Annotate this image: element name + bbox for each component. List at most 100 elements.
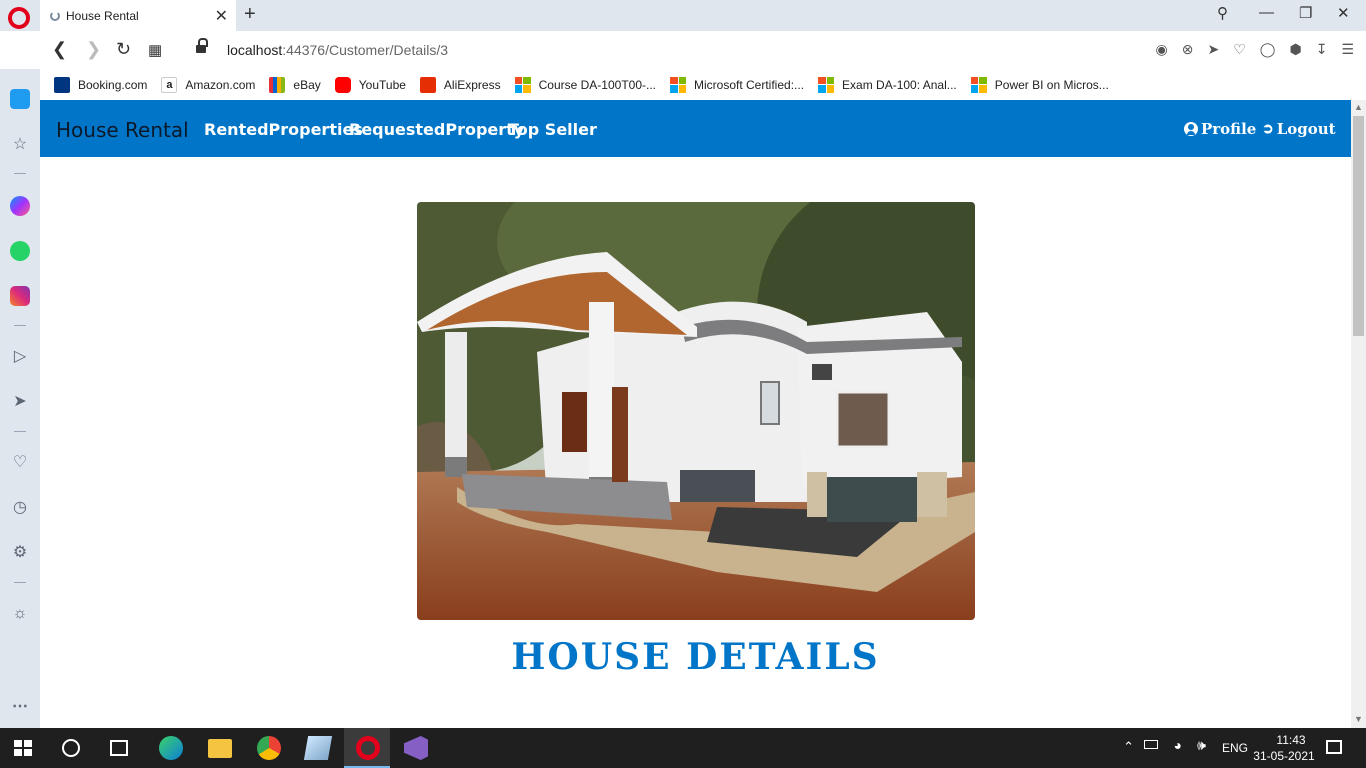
microsoft-icon	[514, 76, 531, 93]
reload-icon[interactable]: ↻	[116, 39, 131, 60]
edge-icon[interactable]	[159, 736, 183, 760]
bookmark-exam[interactable]: Exam DA-100: Anal...	[818, 76, 957, 93]
microsoft-icon	[670, 76, 686, 93]
my-flow-heart-icon[interactable]: ♡	[10, 453, 30, 473]
aliexpress-icon	[419, 76, 436, 93]
bookmark-powerbi[interactable]: Power BI on Micros...	[970, 76, 1109, 93]
close-window-button[interactable]: ✕	[1337, 4, 1350, 22]
logout-label: Logout	[1276, 120, 1336, 138]
windows-start-icon[interactable]	[14, 740, 32, 756]
flow-icon[interactable]: ➤	[10, 392, 30, 412]
home-icon[interactable]	[10, 89, 30, 109]
profile-label: Profile	[1201, 120, 1257, 138]
nav-top-seller[interactable]: Top Seller	[508, 120, 597, 139]
extensions-icon[interactable]: ⬢	[1289, 41, 1301, 58]
scrollbar-thumb[interactable]	[1353, 116, 1364, 336]
task-view-icon[interactable]	[110, 740, 128, 756]
chrome-icon[interactable]	[257, 736, 281, 760]
house-illustration	[417, 202, 975, 620]
url-path: :44376/Customer/Details/3	[282, 42, 449, 58]
web-page: House Rental RentedProperties RequestedP…	[40, 100, 1351, 728]
bookmark-course[interactable]: Course DA-100T00-...	[514, 76, 656, 93]
browser-tab[interactable]: House Rental ✕	[40, 0, 236, 31]
language-indicator[interactable]: ENG	[1222, 741, 1248, 755]
microsoft-icon	[970, 76, 987, 93]
nav-rented-properties[interactable]: RentedProperties	[204, 120, 363, 139]
heart-icon[interactable]: ♡	[1233, 41, 1246, 58]
whatsapp-icon[interactable]	[10, 241, 30, 261]
sign-out-icon: ➲	[1262, 121, 1274, 137]
logout-link[interactable]: ➲ Logout	[1262, 120, 1336, 138]
scroll-down-icon[interactable]: ▼	[1354, 714, 1363, 724]
vpn-icon[interactable]: ◯	[1260, 41, 1276, 58]
more-icon[interactable]: ⋯	[10, 697, 30, 717]
app-icon[interactable]	[303, 736, 333, 760]
bookmark-amazon[interactable]: a Amazon.com	[161, 76, 255, 93]
forward-icon[interactable]: ❯	[86, 39, 101, 60]
player-icon[interactable]: ▷	[10, 347, 30, 367]
house-photo	[417, 202, 975, 620]
bookmark-youtube[interactable]: YouTube	[334, 76, 406, 93]
clock-time[interactable]: 11:43	[1263, 733, 1319, 747]
user-circle-icon	[1184, 122, 1198, 136]
microsoft-icon	[818, 76, 835, 93]
easy-setup-icon[interactable]: ☰	[1341, 41, 1354, 58]
minimize-button[interactable]: —	[1259, 4, 1274, 21]
sidebar-divider	[14, 325, 26, 326]
battery-icon[interactable]	[1144, 740, 1158, 749]
opera-sidebar: ☆ ▷ ➤ ♡ ◷ ⚙ ☼ ⋯	[0, 69, 40, 728]
bookmarks-icon[interactable]: ☆	[10, 135, 30, 155]
download-icon[interactable]: ↧	[1316, 41, 1328, 58]
ebay-icon	[269, 76, 286, 93]
loading-icon	[50, 10, 60, 21]
booking-icon	[54, 76, 70, 93]
url-field[interactable]: localhost:44376/Customer/Details/3	[227, 42, 448, 58]
visual-studio-icon[interactable]	[404, 736, 428, 760]
bookmark-aliexpress[interactable]: AliExpress	[419, 76, 501, 93]
sidebar-divider	[14, 173, 26, 174]
bookmark-ebay[interactable]: eBay	[269, 76, 321, 93]
page-scrollbar[interactable]: ▲ ▼	[1351, 100, 1366, 728]
house-details-heading: HOUSE DETAILS	[511, 636, 880, 678]
speed-dial-icon[interactable]: ▦	[148, 41, 162, 59]
volume-icon[interactable]: 🕪	[1197, 737, 1206, 754]
opera-logo-icon[interactable]	[8, 7, 30, 29]
bookmark-microsoft-certified[interactable]: Microsoft Certified:...	[670, 76, 804, 93]
sidebar-divider	[14, 582, 26, 583]
back-icon[interactable]: ❮	[52, 39, 67, 60]
send-icon[interactable]: ➤	[1208, 41, 1220, 58]
address-bar: ❮ ❯ ↻ ▦ localhost:44376/Customer/Details…	[0, 31, 1366, 69]
sidebar-divider	[14, 431, 26, 432]
camera-icon[interactable]: ◉	[1156, 41, 1168, 58]
file-explorer-icon[interactable]	[208, 739, 232, 758]
wifi-icon[interactable]: ◕	[1174, 737, 1182, 753]
opera-taskbar-icon[interactable]	[356, 736, 380, 760]
adblock-icon[interactable]: ⊗	[1182, 41, 1194, 58]
messenger-icon[interactable]	[10, 196, 30, 216]
amazon-icon: a	[161, 76, 178, 93]
nav-requested-property[interactable]: RequestedProperty	[349, 120, 524, 139]
profile-link[interactable]: Profile	[1184, 120, 1256, 138]
tab-title: House Rental	[66, 8, 139, 23]
bookmark-booking[interactable]: Booking.com	[54, 76, 147, 93]
windows-taskbar: ⌃ ◕ 🕪 ENG 11:43 31-05-2021	[0, 728, 1366, 768]
address-actions: ◉ ⊗ ➤ ♡ ◯ ⬢ ↧ ☰	[1156, 41, 1354, 58]
clock-date[interactable]: 31-05-2021	[1249, 749, 1319, 763]
search-icon[interactable]	[62, 739, 80, 757]
close-tab-icon[interactable]: ✕	[215, 6, 228, 26]
site-navbar: House Rental RentedProperties RequestedP…	[40, 100, 1351, 157]
new-tab-button[interactable]: +	[244, 3, 256, 26]
restore-button[interactable]: ❐	[1299, 4, 1312, 22]
show-hidden-icons-icon[interactable]: ⌃	[1123, 739, 1134, 755]
tips-bulb-icon[interactable]: ☼	[10, 604, 30, 624]
notifications-icon[interactable]	[1326, 740, 1342, 754]
instagram-icon[interactable]	[10, 286, 30, 306]
lock-icon[interactable]	[196, 38, 208, 55]
search-tabs-icon[interactable]: ⚲	[1217, 4, 1228, 22]
site-brand[interactable]: House Rental	[56, 118, 189, 142]
scroll-up-icon[interactable]: ▲	[1354, 102, 1363, 112]
history-icon[interactable]: ◷	[10, 498, 30, 518]
settings-icon[interactable]: ⚙	[10, 543, 30, 563]
bookmarks-bar: Booking.com a Amazon.com eBay YouTube Ali…	[40, 69, 1366, 100]
browser-tab-bar: House Rental ✕ + ⚲ — ❐ ✕	[0, 0, 1366, 31]
